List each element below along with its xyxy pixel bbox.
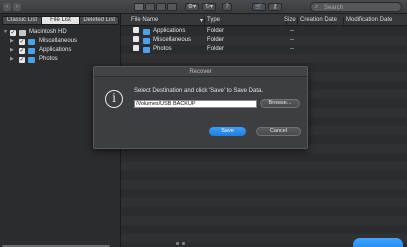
- dialog-title: Recover: [94, 67, 307, 77]
- recover-dialog: Recover i Select Destination and click '…: [93, 66, 308, 149]
- save-button[interactable]: Save: [209, 127, 246, 136]
- info-icon: i: [105, 90, 123, 108]
- dialog-message: Select Destination and click 'Save' to S…: [134, 88, 264, 94]
- browse-button[interactable]: Browse...: [260, 99, 300, 108]
- cancel-button[interactable]: Cancel: [256, 127, 301, 136]
- destination-path-field[interactable]: /Volumes/USB BACKUP: [134, 100, 257, 108]
